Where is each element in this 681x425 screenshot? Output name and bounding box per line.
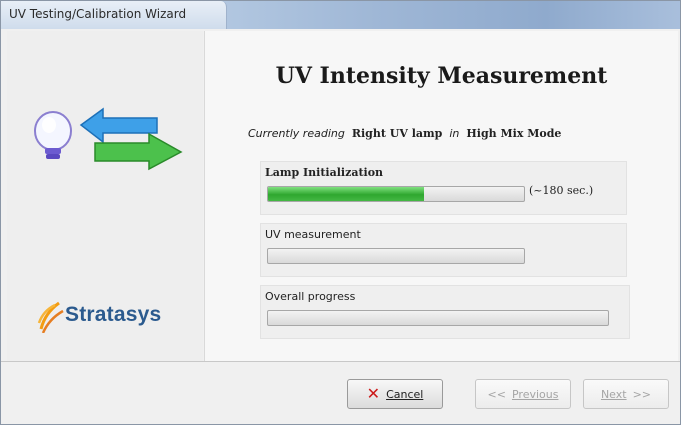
- reading-status: Currently reading Right UV lamp in High …: [248, 127, 561, 140]
- previous-button[interactable]: << Previous: [475, 379, 571, 409]
- page-title: UV Intensity Measurement: [275, 63, 608, 89]
- logo-text: Stratasys: [65, 303, 162, 326]
- wizard-window: UV Testing/Calibration Wizard Stratasys …: [0, 0, 681, 425]
- chevron-left-icon: <<: [487, 387, 506, 401]
- overall-progress-section: Overall progress: [260, 285, 630, 339]
- reading-joiner: in: [449, 127, 460, 140]
- previous-button-label: Previous: [511, 387, 559, 401]
- wizard-footer: ✕ Cancel << Previous Next >>: [1, 361, 680, 424]
- lamp-initialization-section: Lamp Initialization (~180 sec.): [260, 161, 627, 215]
- reading-lamp: Right UV lamp: [351, 127, 443, 140]
- title-bar[interactable]: UV Testing/Calibration Wizard: [1, 1, 680, 29]
- next-button-label: Next: [600, 387, 627, 401]
- uv-measurement-label: UV measurement: [265, 228, 361, 241]
- content-panel: UV Intensity Measurement Currently readi…: [204, 31, 678, 361]
- left-panel: Stratasys: [7, 31, 203, 361]
- lamp-initialization-label: Lamp Initialization: [265, 166, 384, 179]
- chevron-right-icon: >>: [632, 387, 652, 401]
- reading-prefix: Currently reading: [248, 127, 345, 140]
- cancel-x-icon: ✕: [366, 384, 381, 403]
- lamp-initialization-progress-fill: [268, 187, 425, 201]
- stratasys-swoosh-icon: [37, 301, 64, 333]
- cancel-button-label: Cancel: [386, 387, 424, 401]
- uv-measurement-section: UV measurement: [260, 223, 627, 277]
- overall-progress-bar: [267, 310, 609, 326]
- next-button[interactable]: Next >>: [583, 379, 669, 409]
- window-title: UV Testing/Calibration Wizard: [9, 7, 187, 21]
- cancel-button[interactable]: ✕ Cancel: [347, 379, 443, 409]
- overall-progress-label: Overall progress: [265, 290, 356, 303]
- uv-lamp-arrows-icon: [34, 107, 183, 171]
- lamp-initialization-progress: [267, 186, 525, 202]
- reading-mode: High Mix Mode: [466, 127, 562, 140]
- lamp-initialization-time: (~180 sec.): [529, 184, 594, 197]
- uv-measurement-progress: [267, 248, 525, 264]
